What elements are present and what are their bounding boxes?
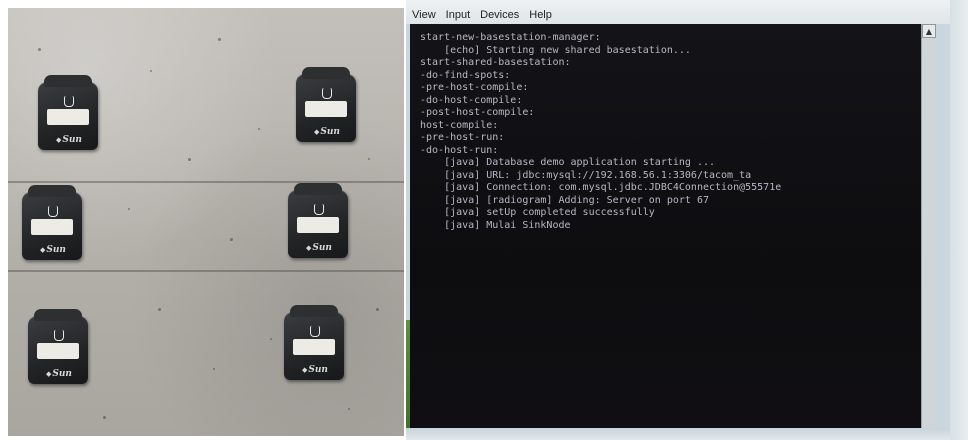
concrete-pit [368, 158, 370, 160]
sun-logo: Sun [40, 245, 66, 255]
device-cap [294, 183, 342, 195]
java-logo-icon [54, 330, 64, 341]
java-logo-icon [64, 96, 74, 107]
device-label-sticker [31, 219, 73, 235]
sunspot-device: Sun [22, 185, 82, 260]
menu-input[interactable]: Input [446, 9, 470, 21]
right-photo-monitor: View Input Devices Help start-new-basest… [406, 0, 968, 440]
terminal-console[interactable]: start-new-basestation-manager: [echo] St… [410, 24, 936, 428]
vm-menubar: View Input Devices Help [406, 0, 954, 24]
concrete-pit [103, 416, 106, 419]
console-line: -post-host-compile: [420, 107, 535, 118]
console-line: [java] setUp completed successfully [420, 207, 655, 218]
sunspot-device: Sun [284, 305, 344, 380]
console-line: host-compile: [420, 119, 499, 131]
concrete-pit [128, 208, 130, 210]
concrete-pit [188, 158, 191, 161]
console-line: -do-host-run: [420, 144, 499, 156]
console-line: start-shared-basestation: [420, 57, 571, 68]
device-label-sticker [305, 101, 347, 117]
device-cap [290, 305, 338, 317]
concrete-pit [213, 368, 215, 370]
device-cap [28, 185, 76, 197]
console-line: [echo] Starting new shared basestation..… [420, 44, 691, 56]
sunspot-device: Sun [38, 75, 98, 150]
device-cap [44, 75, 92, 87]
console-line: -pre-host-run: [420, 132, 505, 143]
console-line: [java] Mulai SinkNode [420, 219, 571, 231]
concrete-pit [258, 128, 260, 130]
device-label-sticker [37, 343, 79, 359]
concrete-pit [376, 308, 379, 311]
sun-logo: Sun [314, 127, 340, 137]
sun-logo: Sun [46, 369, 72, 379]
concrete-pit [230, 238, 233, 241]
java-logo-icon [322, 88, 332, 99]
console-scrollbar[interactable] [921, 24, 936, 428]
concrete-pit [348, 408, 350, 410]
console-line: [java] Database demo application startin… [420, 157, 716, 168]
menu-devices[interactable]: Devices [480, 9, 519, 21]
concrete-pit [150, 70, 152, 72]
java-logo-icon [48, 206, 58, 217]
concrete-pit [270, 338, 272, 340]
console-line: [java] Connection: com.mysql.jdbc.JDBC4C… [420, 182, 782, 193]
device-label-sticker [297, 217, 339, 233]
device-label-sticker [47, 109, 89, 125]
console-line: [java] URL: jdbc:mysql://192.168.56.1:33… [420, 169, 752, 181]
console-line: -pre-host-compile: [420, 82, 529, 93]
concrete-pit [218, 38, 221, 41]
java-logo-icon [314, 204, 324, 215]
wall-seam [8, 181, 404, 183]
console-line: -do-find-spots: [420, 69, 511, 81]
sunspot-device: Sun [288, 183, 348, 258]
java-logo-icon [310, 326, 320, 337]
concrete-pit [38, 48, 41, 51]
console-line: start-new-basestation-manager: [420, 32, 601, 43]
device-label-sticker [293, 339, 335, 355]
wall-seam [8, 270, 404, 272]
sunspot-device: Sun [296, 67, 356, 142]
sun-logo: Sun [302, 365, 328, 375]
sunspot-device: Sun [28, 309, 88, 384]
sun-logo: Sun [306, 243, 332, 253]
console-line: [java] [radiogram] Adding: Server on por… [420, 194, 709, 206]
concrete-pit [158, 308, 161, 311]
left-photo-concrete-wall: Sun Sun Sun Sun Sun Sun [8, 8, 404, 436]
menu-help[interactable]: Help [529, 9, 552, 21]
device-cap [302, 67, 350, 79]
console-line: -do-host-compile: [420, 94, 523, 106]
triangle-up-icon[interactable]: ▲ [922, 24, 936, 38]
sun-logo: Sun [56, 135, 82, 145]
menu-view[interactable]: View [412, 9, 436, 21]
console-output: start-new-basestation-manager: [echo] St… [420, 32, 936, 232]
device-cap [34, 309, 82, 321]
monitor-bezel [950, 0, 968, 440]
monitor-bottom-strip [406, 428, 954, 440]
